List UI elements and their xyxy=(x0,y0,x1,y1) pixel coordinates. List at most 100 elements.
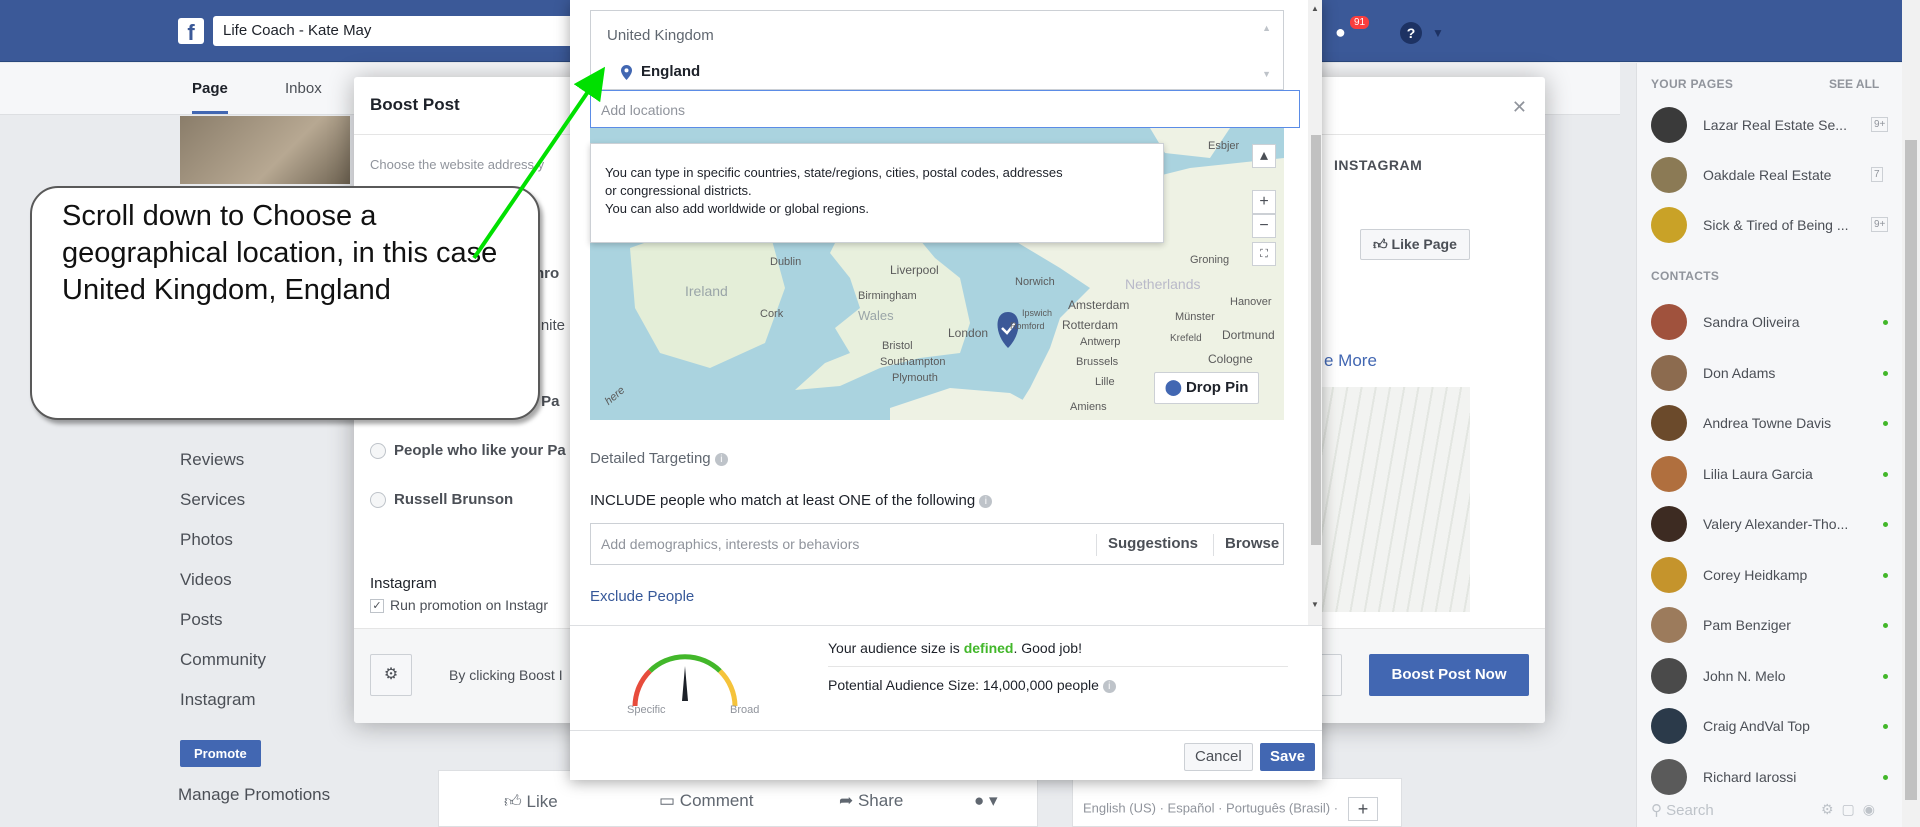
location-pin-icon xyxy=(621,65,632,80)
close-icon[interactable]: ✕ xyxy=(1512,97,1527,118)
selected-locations-list[interactable]: United Kingdom England ▲ ▼ xyxy=(590,10,1284,90)
browse-button[interactable]: Browse xyxy=(1225,535,1279,552)
contact-name: Valery Alexander-Tho... xyxy=(1703,516,1849,532)
scroll-down-icon[interactable]: ▼ xyxy=(1262,69,1271,79)
comment-icon: ▭ xyxy=(659,791,680,810)
nav-item-photos[interactable]: Photos xyxy=(180,520,360,560)
contact-item[interactable]: Lilia Laura Garcia xyxy=(1651,452,1891,496)
contact-item[interactable]: Craig AndVal Top xyxy=(1651,704,1891,748)
contact-item[interactable]: Sandra Oliveira xyxy=(1651,300,1891,344)
page-name: Lazar Real Estate Se... xyxy=(1703,117,1847,133)
facebook-logo-icon[interactable]: f xyxy=(178,18,204,44)
like-page-button[interactable]: 👍︎ Like Page xyxy=(1360,229,1470,260)
terms-text: By clicking Boost I xyxy=(449,667,563,683)
info-icon[interactable]: i xyxy=(1102,679,1116,693)
gauge-broad-label: Broad xyxy=(730,704,760,716)
demographics-input[interactable]: Add demographics, interests or behaviors… xyxy=(590,523,1284,565)
promote-button[interactable]: Promote xyxy=(180,740,261,767)
zoom-out-icon[interactable]: − xyxy=(1252,214,1276,238)
sidebar-page-item[interactable]: Lazar Real Estate Se... 9+ xyxy=(1651,103,1891,147)
cancel-button[interactable]: Cancel xyxy=(1184,743,1253,771)
like-action[interactable]: 👍︎ Like xyxy=(504,791,558,812)
scroll-up-icon[interactable]: ▲ xyxy=(1311,4,1319,13)
avatar xyxy=(1651,607,1687,643)
tab-inbox[interactable]: Inbox xyxy=(285,80,322,97)
add-locations-input[interactable]: Add locations xyxy=(590,90,1300,128)
audience-option-russell-brunson[interactable]: Russell Brunson xyxy=(370,491,513,509)
audience-defined-status: defined xyxy=(963,640,1014,656)
nav-item-videos[interactable]: Videos xyxy=(180,560,360,600)
manage-promotions-link[interactable]: Manage Promotions xyxy=(178,785,330,805)
share-action[interactable]: ➦ Share xyxy=(839,791,903,811)
tooltip-line: You can type in specific countries, stat… xyxy=(605,165,1063,180)
boost-post-now-button[interactable]: Boost Post Now xyxy=(1369,654,1529,696)
drop-pin-button[interactable]: ⬤ Drop Pin xyxy=(1154,372,1260,404)
zoom-in-icon[interactable]: + xyxy=(1252,190,1276,214)
info-icon[interactable]: i xyxy=(979,494,993,508)
contact-item[interactable]: Pam Benziger xyxy=(1651,603,1891,647)
nav-item-reviews[interactable]: Reviews xyxy=(180,440,360,480)
exclude-people-link[interactable]: Exclude People xyxy=(590,588,694,605)
add-language-button[interactable]: + xyxy=(1348,797,1379,821)
scroll-up-icon[interactable]: ▲ xyxy=(1262,23,1271,33)
tab-page[interactable]: Page xyxy=(192,80,228,114)
audience-selector-icon[interactable]: ● ▾ xyxy=(974,791,998,811)
chevron-down-icon[interactable]: ▼ xyxy=(1432,26,1444,40)
map-label-munster: Münster xyxy=(1175,311,1215,323)
map-label-liverpool: Liverpool xyxy=(890,263,939,277)
map-label-amiens: Amiens xyxy=(1070,401,1107,413)
contact-item[interactable]: Corey Heidkamp xyxy=(1651,553,1891,597)
instagram-run-option[interactable]: ✓ Run promotion on Instagr xyxy=(370,597,548,614)
map-label-london: London xyxy=(948,326,989,340)
online-status-icon xyxy=(1883,623,1888,628)
map-label-southampton: Southampton xyxy=(880,356,946,368)
contact-item[interactable]: Andrea Towne Davis xyxy=(1651,401,1891,445)
contact-item[interactable]: John N. Melo xyxy=(1651,654,1891,698)
sidebar-page-item[interactable]: Oakdale Real Estate 7 xyxy=(1651,153,1891,197)
map-label-cologne: Cologne xyxy=(1208,352,1253,366)
nav-item-posts[interactable]: Posts xyxy=(180,600,360,640)
nav-item-community[interactable]: Community xyxy=(180,640,360,680)
language-links[interactable]: English (US) · Español · Português (Bras… xyxy=(1083,800,1338,815)
gauge-specific-label: Specific xyxy=(627,704,666,716)
scrollbar-thumb[interactable] xyxy=(1311,135,1321,545)
audience-option-people-who-like[interactable]: People who like your Pa xyxy=(370,442,566,460)
sidebar-tools-icon[interactable]: ⚙▢◉ xyxy=(1821,801,1883,818)
info-icon[interactable]: i xyxy=(714,452,728,466)
avatar xyxy=(1651,708,1687,744)
comment-action[interactable]: ▭ Comment xyxy=(659,791,753,811)
location-region[interactable]: England xyxy=(641,63,700,80)
see-more-link[interactable]: e More xyxy=(1324,351,1377,371)
nav-item-instagram[interactable]: Instagram xyxy=(180,680,360,720)
save-button[interactable]: Save xyxy=(1260,743,1316,771)
scroll-down-icon[interactable]: ▼ xyxy=(1311,600,1319,609)
avatar xyxy=(1651,506,1687,542)
see-all-link[interactable]: SEE ALL xyxy=(1829,77,1879,91)
map-collapse-icon[interactable]: ▴ xyxy=(1252,144,1276,168)
online-status-icon xyxy=(1883,724,1888,729)
fullscreen-icon[interactable]: ⛶ xyxy=(1252,242,1276,266)
gear-icon[interactable]: ⚙ xyxy=(370,654,412,696)
help-icon[interactable]: ? xyxy=(1400,22,1422,44)
sidebar-search[interactable]: ⚲ Search ⚙▢◉ xyxy=(1651,801,1891,827)
nav-item-services[interactable]: Services xyxy=(180,480,360,520)
profile-image[interactable] xyxy=(180,116,350,184)
sidebar-page-item[interactable]: Sick & Tired of Being ... 9+ xyxy=(1651,203,1891,247)
map-label-amsterdam: Amsterdam xyxy=(1068,298,1130,312)
radio-button[interactable] xyxy=(370,443,386,460)
audience-scroll-area[interactable]: United Kingdom England ▲ ▼ Add locations xyxy=(570,0,1322,625)
suggestions-button[interactable]: Suggestions xyxy=(1108,535,1198,552)
contact-item[interactable]: Don Adams xyxy=(1651,351,1891,395)
instruction-callout: Scroll down to Choose a geographical loc… xyxy=(30,186,540,420)
radio-button[interactable] xyxy=(370,492,386,509)
checkbox-checked[interactable]: ✓ xyxy=(370,599,384,614)
divider xyxy=(1213,534,1214,556)
tab-instagram[interactable]: INSTAGRAM xyxy=(1334,157,1422,173)
contact-item[interactable]: Valery Alexander-Tho... xyxy=(1651,502,1891,546)
map-label-esbjerg: Esbjer xyxy=(1208,140,1240,152)
page-scrollbar-thumb[interactable] xyxy=(1905,140,1917,800)
search-icon: ⚲ xyxy=(1651,802,1667,819)
map-label-plymouth: Plymouth xyxy=(892,372,938,384)
contact-item[interactable]: Richard Iarossi xyxy=(1651,755,1891,799)
thumbs-up-icon: 👍︎ xyxy=(504,792,527,811)
